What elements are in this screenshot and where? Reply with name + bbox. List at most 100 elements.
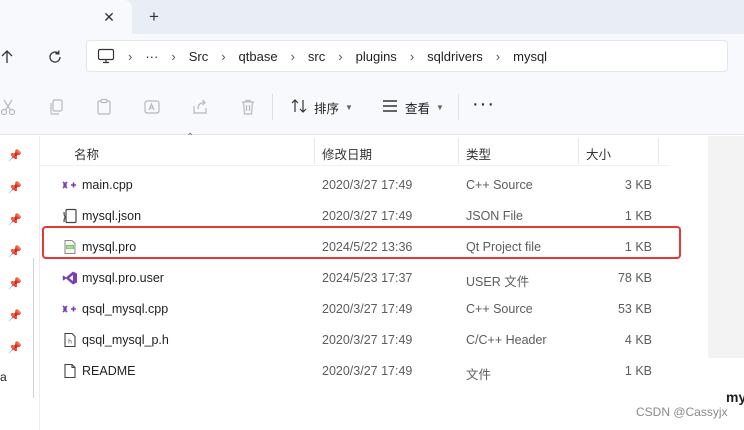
address-bar[interactable]: › ··· › Src › qtbase › src › plugins › s… (86, 40, 728, 72)
new-tab-icon[interactable]: + (144, 7, 164, 27)
column-divider[interactable] (578, 138, 579, 164)
visual-studio-file-icon (62, 270, 78, 286)
refresh-icon[interactable] (44, 46, 66, 68)
file-size: 4 KB (624, 333, 652, 347)
pin-icon[interactable]: 📌 (8, 276, 22, 290)
file-name: qsql_mysql_p.h (82, 333, 169, 347)
cpp-file-icon (62, 177, 78, 193)
file-name: README (82, 364, 136, 378)
navigation-item-truncated[interactable]: a (0, 370, 7, 384)
chevron-right-icon: › (128, 48, 133, 64)
navigation-scrollbar[interactable] (33, 258, 34, 398)
file-name: mysql.json (82, 209, 142, 223)
file-type: USER 文件 (466, 275, 530, 289)
file-name: qsql_mysql.cpp (82, 302, 169, 316)
sort-icon (290, 98, 308, 117)
pin-icon[interactable]: 📌 (8, 148, 22, 162)
chevron-right-icon: › (290, 48, 295, 64)
file-size: 3 KB (624, 178, 652, 192)
toolbar-divider (458, 94, 459, 120)
file-modified-date: 2024/5/23 17:37 (322, 271, 413, 285)
active-tab[interactable]: ✕ (0, 0, 132, 34)
column-header-date[interactable]: 修改日期 (322, 144, 372, 163)
pin-icon[interactable]: 📌 (8, 212, 22, 226)
chevron-right-icon: › (409, 48, 415, 64)
breadcrumb-item-qtbase[interactable]: qtbase (239, 40, 278, 72)
file-name: mysql.pro (82, 240, 137, 254)
file-row-qsql-mysql-p-h[interactable]: h qsql_mysql_p.h 2020/3/27 17:49 C/C++ H… (52, 325, 672, 355)
cut-icon[interactable] (0, 97, 18, 117)
up-arrow-icon[interactable] (0, 46, 18, 68)
file-modified-date: 2020/3/27 17:49 (322, 209, 413, 223)
cpp-file-icon (62, 301, 78, 317)
close-tab-icon[interactable]: ✕ (100, 8, 118, 26)
file-row-mysql-json[interactable]: mysql.json 2020/3/27 17:49 JSON File 1 K… (52, 201, 672, 231)
command-bar: 排序 ▼ 查看 ▼ ··· (0, 80, 744, 135)
view-icon (381, 98, 399, 117)
copy-icon[interactable] (46, 97, 66, 117)
column-header-type[interactable]: 类型 (466, 144, 491, 163)
pin-icon[interactable]: 📌 (8, 308, 22, 322)
pin-icon[interactable]: 📌 (8, 340, 22, 354)
column-divider[interactable] (458, 138, 459, 164)
file-row-mysql-pro-user[interactable]: mysql.pro.user 2024/5/23 17:37 USER 文件 7… (52, 263, 672, 293)
file-size: 1 KB (624, 364, 652, 378)
file-name: mysql.pro.user (82, 271, 164, 285)
more-options-icon[interactable]: ··· (472, 94, 495, 114)
chevron-right-icon: › (221, 48, 226, 64)
column-header-row: ⌃ 名称 修改日期 类型 大小 (40, 132, 670, 166)
file-type: C++ Source (466, 302, 533, 316)
column-divider[interactable] (314, 138, 315, 164)
file-row-main-cpp[interactable]: main.cpp 2020/3/27 17:49 C++ Source 3 KB (52, 170, 672, 200)
qt-project-file-icon: PRO (62, 239, 78, 255)
sort-button[interactable]: 排序 ▼ (290, 95, 353, 119)
tab-strip: ✕ + (0, 0, 744, 34)
file-row-mysql-pro[interactable]: PRO mysql.pro 2024/5/22 13:36 Qt Project… (52, 232, 672, 262)
chevron-right-icon: › (338, 48, 343, 64)
delete-icon[interactable] (238, 97, 258, 117)
pin-icon[interactable]: 📌 (8, 244, 22, 258)
file-modified-date: 2020/3/27 17:49 (322, 333, 413, 347)
chevron-down-icon: ▼ (436, 102, 444, 112)
svg-text:PRO: PRO (67, 245, 74, 249)
json-file-icon (62, 208, 78, 224)
file-type: 文件 (466, 368, 492, 382)
svg-text:h: h (68, 339, 72, 346)
column-header-size[interactable]: 大小 (586, 144, 611, 163)
toolbar-divider (272, 94, 273, 120)
header-file-icon: h (62, 332, 78, 348)
file-size: 78 KB (617, 271, 652, 285)
share-icon[interactable] (190, 97, 210, 117)
file-type: C/C++ Header (466, 333, 547, 347)
file-list: ⌃ 名称 修改日期 类型 大小 main.cpp 2020/3/27 17:49… (40, 132, 708, 430)
file-modified-date: 2020/3/27 17:49 (322, 302, 413, 316)
file-type: JSON File (466, 209, 523, 223)
paste-icon[interactable] (94, 97, 114, 117)
view-button[interactable]: 查看 ▼ (381, 95, 444, 119)
file-modified-date: 2020/3/27 17:49 (322, 364, 413, 378)
address-row: › ··· › Src › qtbase › src › plugins › s… (0, 34, 744, 80)
breadcrumb-item-src-lower[interactable]: src (308, 40, 325, 72)
sort-ascending-icon: ⌃ (186, 132, 195, 143)
breadcrumb-item-sqldrivers[interactable]: sqldrivers (427, 40, 483, 72)
breadcrumb-item-src[interactable]: Src (189, 40, 209, 72)
computer-icon[interactable] (87, 40, 115, 72)
file-modified-date: 2020/3/27 17:49 (322, 178, 413, 192)
breadcrumb-item-plugins[interactable]: plugins (356, 40, 397, 72)
breadcrumb-overflow[interactable]: ··· (145, 40, 158, 72)
file-row-qsql-mysql-cpp[interactable]: qsql_mysql.cpp 2020/3/27 17:49 C++ Sourc… (52, 294, 672, 324)
sort-label: 排序 (314, 101, 340, 116)
file-size: 53 KB (617, 302, 652, 316)
file-modified-date: 2024/5/22 13:36 (322, 240, 413, 254)
file-type: C++ Source (466, 178, 533, 192)
column-header-name[interactable]: 名称 (74, 144, 99, 163)
pin-icon[interactable]: 📌 (8, 180, 22, 194)
file-row-readme[interactable]: README 2020/3/27 17:49 文件 1 KB (52, 356, 672, 386)
view-label: 查看 (405, 101, 431, 116)
generic-file-icon (62, 363, 78, 379)
column-divider[interactable] (658, 138, 659, 164)
details-pane-title: my (726, 389, 744, 405)
breadcrumb-item-mysql[interactable]: mysql (513, 40, 547, 72)
chevron-down-icon: ▼ (345, 102, 353, 112)
rename-icon[interactable] (142, 97, 162, 117)
